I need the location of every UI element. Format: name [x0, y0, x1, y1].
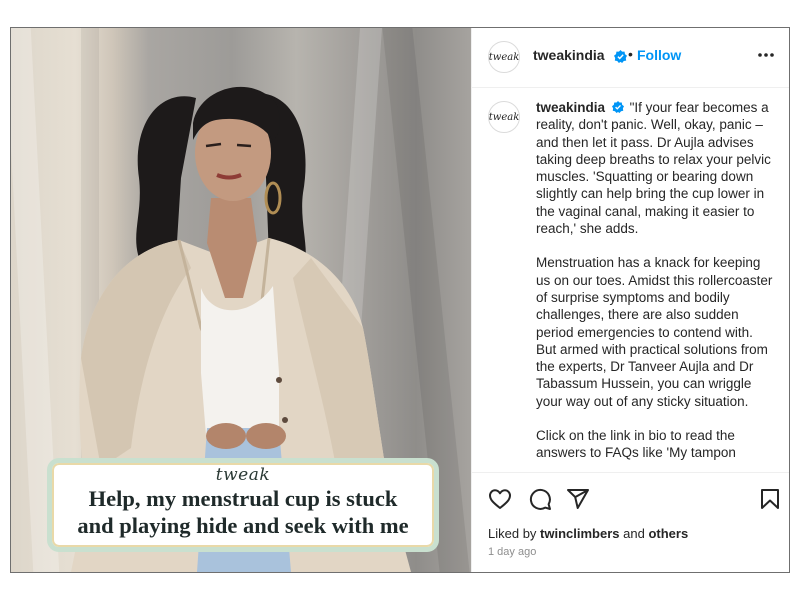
instagram-post-modal: tweak Help, my menstrual cup is stuck an… — [10, 27, 790, 573]
caption-paragraph: tweakindia "If your fear becomes a reali… — [536, 99, 774, 237]
caption-username-link[interactable]: tweakindia — [536, 100, 605, 115]
comment-icon[interactable] — [528, 487, 552, 511]
post-caption: tweakindia "If your fear becomes a reali… — [536, 99, 774, 472]
paper-plane-icon[interactable] — [566, 487, 590, 511]
liked-by-mid: and — [619, 526, 649, 541]
post-side-panel: tweak tweakindia • Follow tweak tweakind… — [471, 28, 789, 572]
heart-icon[interactable] — [488, 487, 512, 511]
header-username-link[interactable]: tweakindia — [533, 47, 605, 63]
overlay-headline-line1: Help, my menstrual cup is stuck — [88, 486, 398, 511]
profile-avatar[interactable]: tweak — [488, 41, 520, 73]
caption-text-1: "If your fear becomes a reality, don't p… — [536, 100, 771, 237]
verified-badge-icon — [611, 48, 627, 66]
liked-by-user-link[interactable]: twinclimbers — [540, 526, 619, 541]
liked-by-others-link[interactable]: others — [648, 526, 688, 541]
more-options-icon[interactable] — [756, 47, 776, 63]
bookmark-icon[interactable] — [758, 487, 782, 511]
caption-text-3: Click on the link in bio to read the ans… — [536, 428, 736, 461]
post-header: tweak tweakindia • Follow — [472, 28, 789, 88]
caption-avatar[interactable]: tweak — [488, 101, 520, 133]
overlay-headline-line2: and playing hide and seek with me — [77, 513, 409, 538]
header-separator: • — [628, 46, 633, 62]
post-actions: Liked by twinclimbers and others 1 day a… — [472, 472, 789, 572]
verified-badge-icon — [611, 101, 624, 113]
liked-by-prefix: Liked by — [488, 526, 541, 541]
overlay-brand-logo: tweak — [215, 465, 271, 485]
follow-button[interactable]: Follow — [637, 47, 681, 63]
post-timestamp[interactable]: 1 day ago — [488, 546, 536, 558]
comments-scroll-area[interactable]: tweak tweakindia "If your fear becomes a… — [472, 89, 789, 472]
caption-text-2: Menstruation has a knack for keeping us … — [536, 255, 773, 409]
likes-summary: Liked by twinclimbers and others — [488, 526, 688, 541]
post-headline-card: tweak Help, my menstrual cup is stuck an… — [47, 458, 439, 552]
post-image[interactable]: tweak Help, my menstrual cup is stuck an… — [11, 28, 471, 572]
